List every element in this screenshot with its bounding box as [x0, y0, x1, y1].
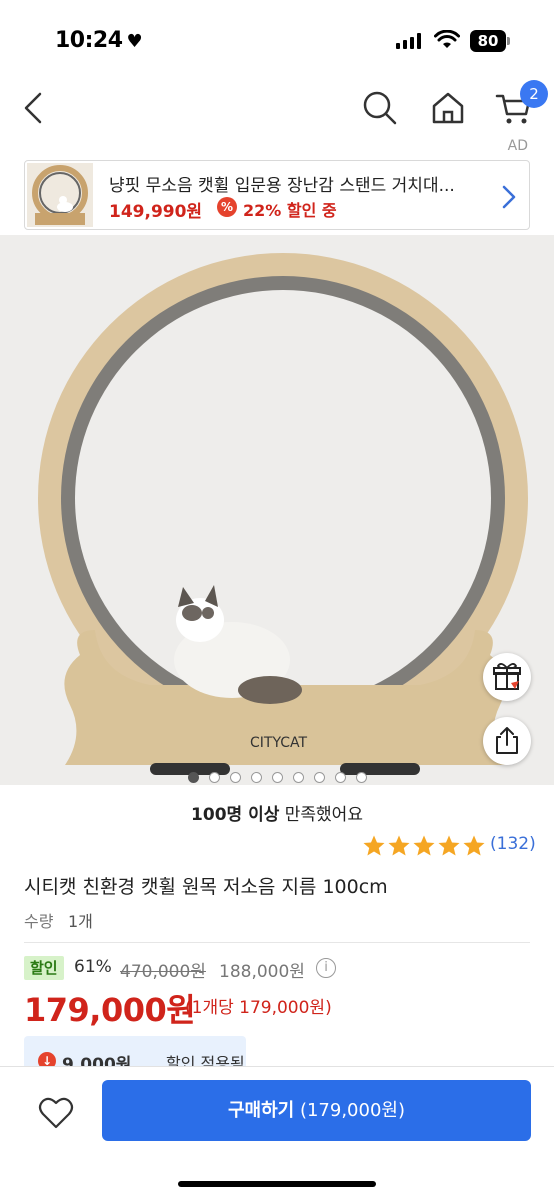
buy-price: (179,000원): [294, 1100, 405, 1121]
satisfied-count: 100명 이상: [191, 805, 280, 825]
review-count[interactable]: (132): [490, 834, 536, 854]
ad-banner[interactable]: 냥핏 무소음 캣휠 입문용 장난감 스탠드 거치대... 149,990원 % …: [24, 160, 530, 230]
quantity-label: 수량: [24, 912, 54, 931]
home-indicator: [178, 1181, 376, 1187]
divider: [24, 942, 530, 943]
bottom-bar: 구매하기 (179,000원): [0, 1066, 554, 1200]
heart-status-icon: ♥: [126, 31, 143, 52]
pager-dot[interactable]: [334, 772, 346, 783]
satisfied-label: 만족했어요: [279, 805, 363, 825]
pager-dot[interactable]: [208, 772, 220, 783]
pager-dot[interactable]: [313, 772, 325, 783]
ad-price: 149,990원: [109, 202, 203, 222]
ad-title: 냥핏 무소음 캣휠 입문용 장난감 스탠드 거치대...: [109, 176, 455, 196]
star-icon: [388, 835, 410, 856]
pager-dot[interactable]: [355, 772, 367, 783]
gift-button[interactable]: [483, 653, 531, 701]
star-icon: [413, 835, 435, 856]
status-bar: 10:24 ♥ 80: [0, 0, 554, 80]
search-icon[interactable]: [360, 88, 400, 128]
star-icon: [438, 835, 460, 856]
status-time: 10:24 ♥: [55, 28, 143, 53]
rating-stars[interactable]: [362, 834, 487, 862]
wifi-icon: [434, 30, 460, 48]
discount-icon: %: [217, 197, 237, 217]
home-icon[interactable]: [428, 88, 468, 128]
back-icon[interactable]: [18, 88, 48, 128]
gift-icon: [493, 663, 521, 690]
heart-icon[interactable]: [36, 1093, 76, 1133]
chevron-right-icon: [502, 185, 516, 209]
info-icon[interactable]: i: [316, 958, 336, 978]
sale-price: 188,000원: [219, 962, 305, 982]
ad-thumbnail: [27, 163, 93, 227]
share-button[interactable]: [483, 717, 531, 765]
image-pager: [0, 768, 554, 783]
product-title: 시티캣 친환경 캣휠 원목 저소음 지름 100cm: [24, 876, 388, 898]
star-icon: [363, 835, 385, 856]
ad-label: AD: [507, 138, 528, 154]
time-text: 10:24: [55, 28, 123, 53]
quantity-value: 1개: [68, 912, 93, 931]
satisfaction-text: 100명 이상 만족했어요: [0, 800, 554, 825]
pager-dot[interactable]: [187, 772, 199, 783]
buy-label: 구매하기: [227, 1100, 295, 1121]
pager-dot[interactable]: [250, 772, 262, 783]
cellular-signal-icon: [396, 33, 422, 49]
sale-badge: 할인: [24, 956, 64, 980]
top-navigation: [0, 80, 554, 136]
ad-discount: 22% 할인 중: [243, 201, 337, 220]
unit-price: (1개당 179,000원): [185, 998, 332, 1018]
cart-count-badge: 2: [520, 80, 548, 108]
brand-text: CITYCAT: [250, 735, 308, 751]
buy-button[interactable]: 구매하기 (179,000원): [102, 1080, 531, 1141]
star-icon: [463, 835, 485, 856]
original-price: 470,000원: [120, 962, 206, 982]
battery-indicator: 80: [470, 30, 510, 52]
pager-dot[interactable]: [292, 772, 304, 783]
sale-percent: 61%: [74, 957, 112, 977]
cat-wheel-illustration: CITYCAT: [0, 235, 554, 785]
share-icon: [496, 727, 518, 754]
final-price: 179,000원: [24, 991, 196, 1029]
pager-dot[interactable]: [229, 772, 241, 783]
pager-dot[interactable]: [271, 772, 283, 783]
product-image[interactable]: CITYCAT: [0, 235, 554, 785]
